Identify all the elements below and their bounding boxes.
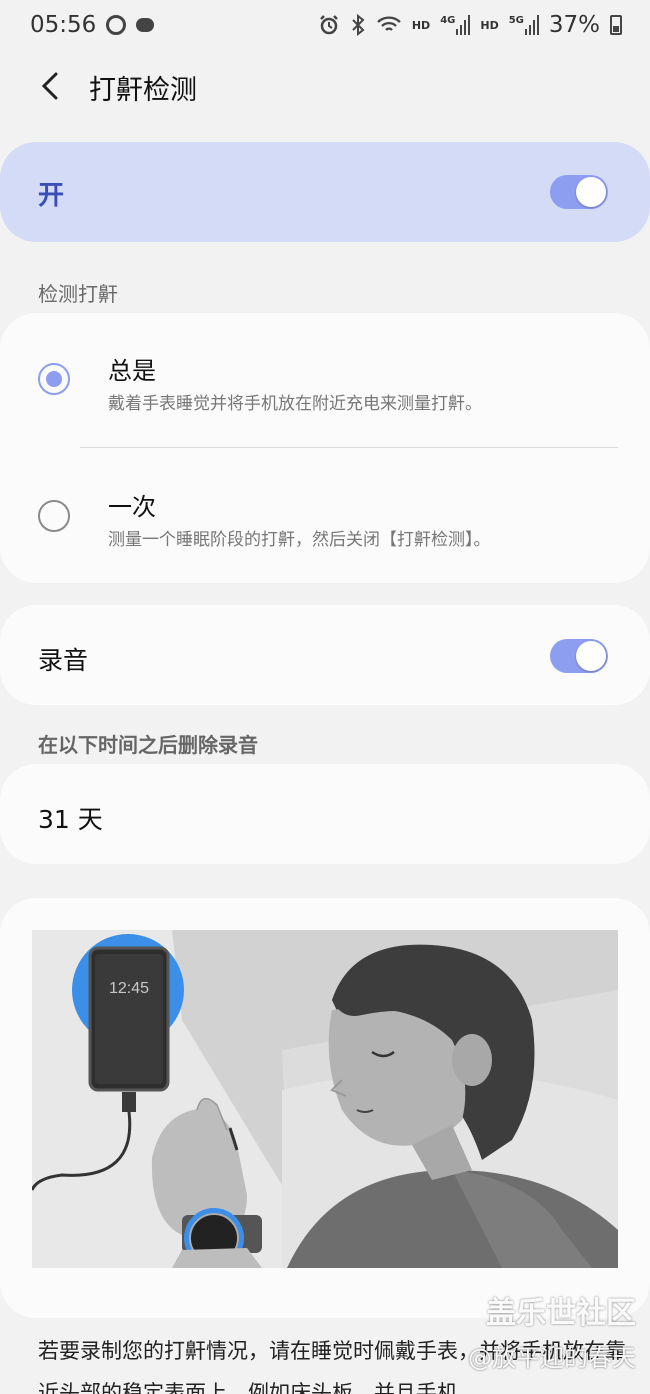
detect-options-card: 总是 戴着手表睡觉并将手机放在附近充电来测量打鼾。 一次 测量一个睡眠阶段的打鼾… (0, 313, 650, 583)
delete-duration-value: 31 天 (38, 805, 103, 834)
recording-label: 录音 (38, 646, 89, 675)
notification-app-icon (106, 15, 127, 35)
master-switch-label: 开 (38, 181, 65, 211)
battery-icon (610, 15, 622, 35)
recording-toggle[interactable] (550, 639, 608, 673)
toggle-knob (576, 641, 606, 671)
radio-once[interactable] (38, 500, 70, 532)
status-bar: 05:56 HD 4G HD 5G 37% (0, 0, 650, 50)
network-5g-label: 5G (508, 15, 524, 26)
phone-time-label: 12:45 (109, 980, 149, 997)
status-time: 05:56 (30, 12, 97, 38)
detect-section-label: 检测打鼾 (38, 282, 118, 306)
delete-duration-row[interactable]: 31 天 (0, 764, 650, 864)
hd-label-1: HD (411, 18, 431, 32)
delete-section-label: 在以下时间之后删除录音 (38, 733, 258, 757)
radio-always[interactable] (38, 363, 70, 395)
notification-dot-icon (136, 18, 155, 32)
signal-5g-icon: 5G (509, 15, 539, 35)
battery-percent: 37% (548, 12, 600, 38)
watermark-author: @放平迎的春天 (468, 1344, 636, 1372)
option-once-title: 一次 (108, 493, 156, 521)
option-always-desc: 戴着手表睡觉并将手机放在附近充电来测量打鼾。 (108, 394, 482, 414)
signal-4g-icon: 4G (440, 15, 471, 35)
page-title: 打鼾检测 (89, 75, 197, 106)
alarm-icon (319, 15, 338, 35)
toggle-knob (576, 177, 606, 207)
hd-label-2: HD (480, 18, 499, 32)
network-4g-label: 4G (440, 15, 456, 26)
watermark-community: 盖乐世社区 (486, 1296, 636, 1331)
option-once-desc: 测量一个睡眠阶段的打鼾，然后关闭【打鼾检测】。 (108, 530, 491, 550)
option-always-title: 总是 (108, 357, 156, 385)
snore-illustration: 12:45 (32, 930, 618, 1268)
recording-row[interactable]: 录音 (0, 605, 650, 705)
option-always[interactable]: 总是 戴着手表睡觉并将手机放在附近充电来测量打鼾。 (0, 313, 650, 447)
app-bar: 打鼾检测 (0, 55, 650, 117)
back-arrow-icon[interactable] (38, 72, 62, 100)
wifi-icon (377, 16, 401, 31)
option-once[interactable]: 一次 测量一个睡眠阶段的打鼾，然后关闭【打鼾检测】。 (0, 448, 650, 582)
bluetooth-icon (352, 14, 365, 36)
master-toggle[interactable] (550, 175, 608, 209)
master-switch-bar[interactable]: 开 (0, 142, 650, 242)
